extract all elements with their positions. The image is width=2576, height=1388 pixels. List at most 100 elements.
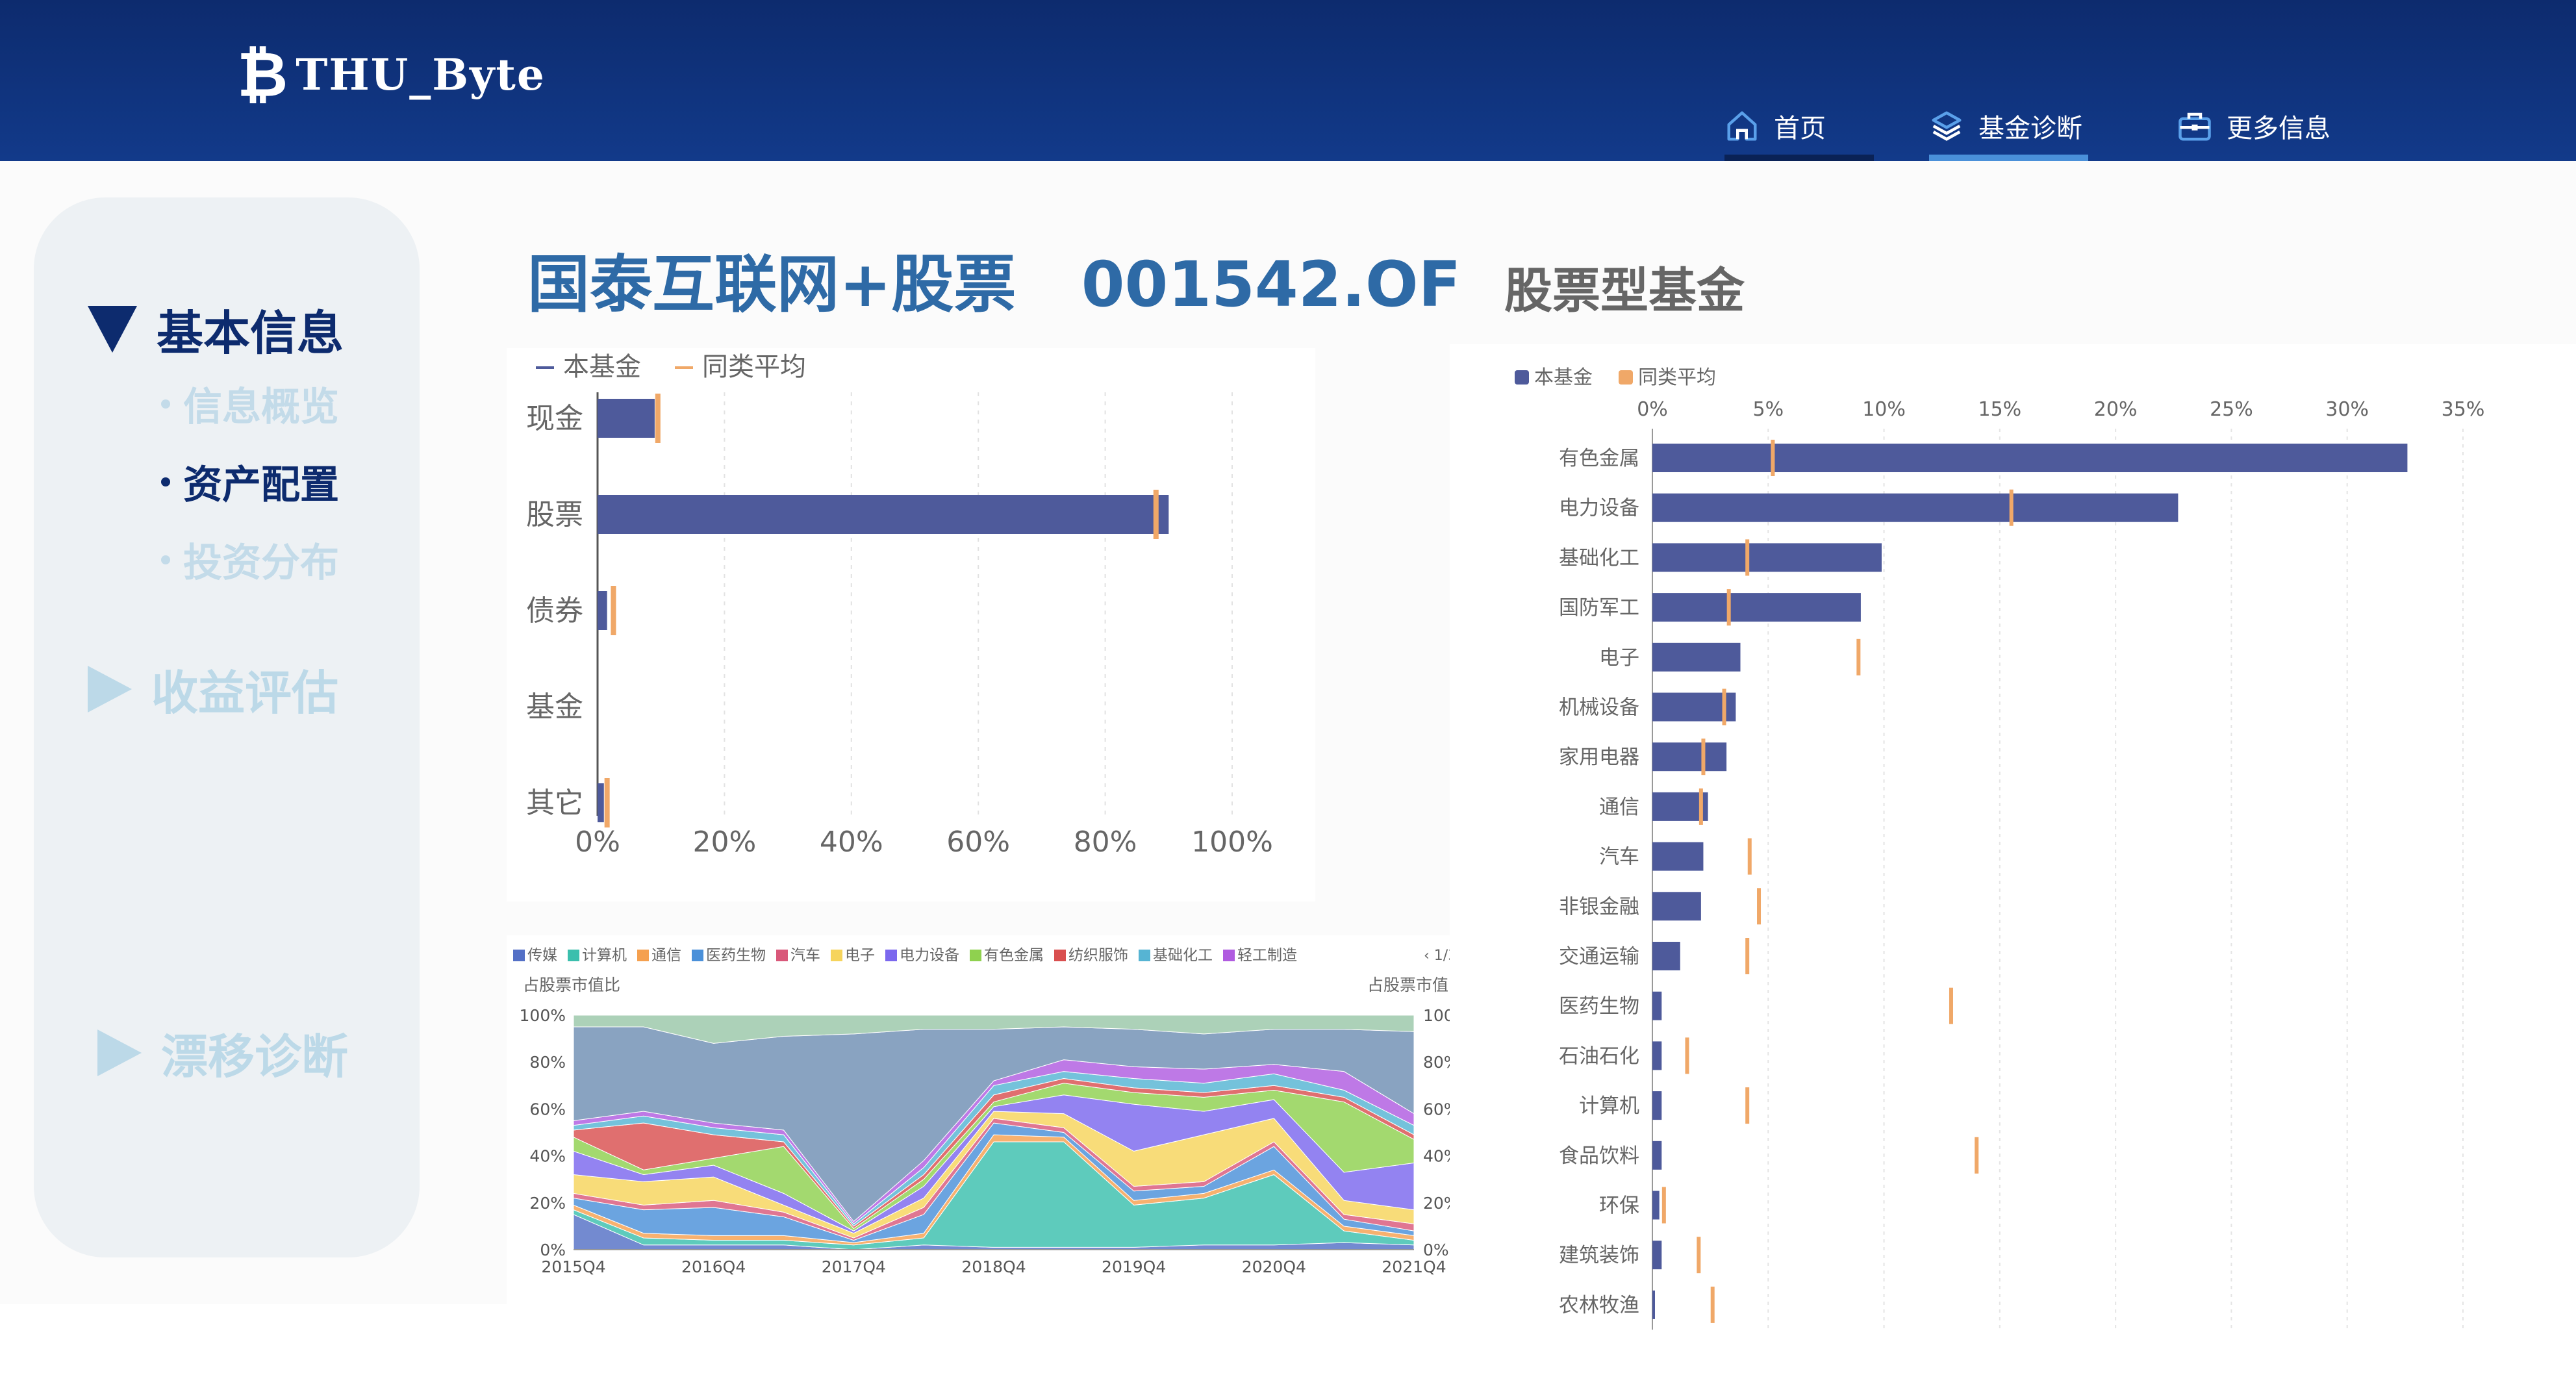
x-tick-label: 100% [1191, 826, 1273, 859]
x-tick-label: 2019Q4 [1102, 1257, 1166, 1276]
nav-item-label: 基金诊断 [1978, 114, 2082, 144]
nav-item-home[interactable]: 首页 [1724, 91, 1874, 161]
legend-label: 计算机 [582, 947, 627, 964]
x-tick-label: 2021Q4 [1382, 1257, 1446, 1276]
avg-marker [1685, 1037, 1689, 1074]
bitcoin-icon: ₿ [237, 38, 288, 111]
sidebar-section-drift-diagnosis[interactable]: 漂移诊断 [97, 1018, 348, 1087]
bar [598, 399, 655, 438]
legend-marker [1223, 950, 1235, 961]
sidebar-section-label: 漂移诊断 [161, 1029, 349, 1084]
asset-allocation-card: 本基金 同类平均 0% 20% 40% 60% 80% 100% 现金 股票 债券 基金 其它 [507, 348, 1315, 902]
avg-marker [655, 394, 661, 443]
legend-label: 传媒 [527, 947, 557, 964]
legend-marker [1619, 370, 1633, 385]
x-tick-label: 0% [575, 826, 620, 859]
bar [1652, 642, 1741, 672]
avg-marker [1710, 1286, 1715, 1323]
legend-label: 基础化工 [1153, 947, 1213, 964]
legend-marker [831, 950, 842, 961]
y-tick-label-left: 0% [540, 1241, 566, 1259]
y-tick-label: 食品饮料 [1559, 1144, 1639, 1168]
layers-icon [1932, 111, 1962, 141]
fund-name: 国泰互联网+股票 [527, 248, 1017, 321]
legend-marker [568, 950, 579, 961]
avg-marker [1697, 1237, 1701, 1274]
y-tick-label: 医药生物 [1559, 995, 1639, 1018]
sidebar-item-label: 投资分布 [183, 540, 339, 586]
x-tick-label: 80% [1074, 826, 1137, 859]
bar [598, 783, 604, 822]
sidebar-item-overview[interactable]: 信息概览 [161, 375, 339, 432]
bar [1652, 1241, 1662, 1270]
legend-label: 通信 [651, 947, 681, 964]
x-tick-label: 25% [2210, 398, 2253, 421]
brand-name: THU_Byte [296, 49, 546, 100]
bar [1652, 493, 2178, 522]
bullet-icon [161, 555, 170, 564]
sidebar-section-label: 基本信息 [157, 306, 344, 360]
x-tick-label: 60% [946, 826, 1010, 859]
x-tick-label: 2015Q4 [541, 1257, 605, 1276]
x-tick-label: 0% [1637, 398, 1668, 421]
y-tick-label-right: 40% [1423, 1147, 1450, 1166]
nav-item-diagnose[interactable]: 基金诊断 [1929, 91, 2088, 161]
bar [1652, 1091, 1662, 1120]
legend-label: 轻工制造 [1237, 947, 1297, 964]
avg-marker [611, 586, 616, 635]
y-tick-label: 基础化工 [1559, 546, 1639, 570]
sidebar-section-return-evaluation[interactable]: 收益评估 [88, 655, 338, 723]
drift-area-chart: 传媒 计算机 通信 医药生物 汽车 电子 电力设备 有色金属 纺织服饰 基础化工 轻工制造 ‹ 1/3… [513, 947, 1469, 1276]
legend-label: 同类平均 [1638, 366, 1716, 389]
y-tick-label: 汽车 [1599, 846, 1639, 869]
industry-card: 本基金 同类平均 0% 5% 10% 15% 20% 25% 30% 35% 有色金属 电力设备 基础化… [1450, 344, 2576, 1338]
fund-type: 股票型基金 [1504, 263, 1745, 319]
avg-marker [1747, 838, 1752, 875]
sidebar-item-label: 信息概览 [183, 385, 339, 430]
avg-marker [1661, 1187, 1666, 1224]
nav-active-underline [1929, 155, 2088, 161]
bullet-icon [161, 399, 170, 409]
avg-marker [1698, 788, 1703, 825]
y-tick-label: 交通运输 [1559, 945, 1639, 968]
x-tick-label: 2020Q4 [1242, 1257, 1306, 1276]
x-tick-label: 30% [2325, 398, 2369, 421]
bar [1652, 444, 2408, 472]
y-tick-label: 建筑装饰 [1559, 1244, 1639, 1267]
triangle-right-icon [97, 1029, 142, 1076]
y-tick-label-left: 100% [520, 1006, 566, 1025]
avg-marker [1949, 987, 1953, 1024]
legend-label: 汽车 [790, 947, 820, 964]
sidebar-section-basic-info[interactable]: 基本信息 [88, 295, 344, 363]
y-axis-label-right: 占股票市值比 [1367, 976, 1450, 994]
bar [1652, 1041, 1662, 1070]
sidebar-item-label: 资产配置 [183, 462, 339, 508]
x-tick-label: 10% [1862, 398, 1906, 421]
y-axis-label-left: 占股票市值比 [523, 976, 620, 994]
legend-marker [692, 950, 703, 961]
top-nav-bar: ₿ THU_Byte 首页 基金诊断 更多信息 [0, 0, 2576, 161]
drift-card: 传媒 计算机 通信 医药生物 汽车 电子 电力设备 有色金属 纺织服饰 基础化工 轻工制造 ‹ 1/3… [507, 935, 1469, 1306]
y-tick-label-right: 20% [1423, 1194, 1450, 1213]
sidebar-item-investment-distribution[interactable]: 投资分布 [161, 531, 339, 588]
brand-logo[interactable]: ₿ THU_Byte [237, 38, 546, 111]
x-tick-label: 5% [1752, 398, 1784, 421]
y-tick-label: 国防军工 [1559, 596, 1639, 620]
bar [598, 495, 1169, 534]
x-tick-label: 2016Q4 [681, 1257, 746, 1276]
triangle-down-icon [88, 305, 137, 353]
legend-marker [1054, 950, 1066, 961]
x-tick-label: 2018Q4 [961, 1257, 1026, 1276]
asset-allocation-chart: 本基金 同类平均 0% 20% 40% 60% 80% 100% 现金股票债券基金其它 [526, 352, 1273, 859]
bullet-icon [161, 477, 170, 486]
home-icon [1727, 111, 1757, 141]
y-tick-label: 机械设备 [1559, 696, 1639, 720]
y-tick-label-right: 0% [1423, 1241, 1449, 1259]
y-tick-label-left: 60% [529, 1100, 566, 1118]
sidebar-item-asset-allocation[interactable]: 资产配置 [161, 453, 339, 510]
avg-marker [1726, 589, 1731, 626]
y-tick-label: 计算机 [1579, 1094, 1639, 1118]
bar [1652, 842, 1704, 871]
bar [1652, 1290, 1655, 1319]
nav-item-more-info[interactable]: 更多信息 [2177, 91, 2366, 161]
